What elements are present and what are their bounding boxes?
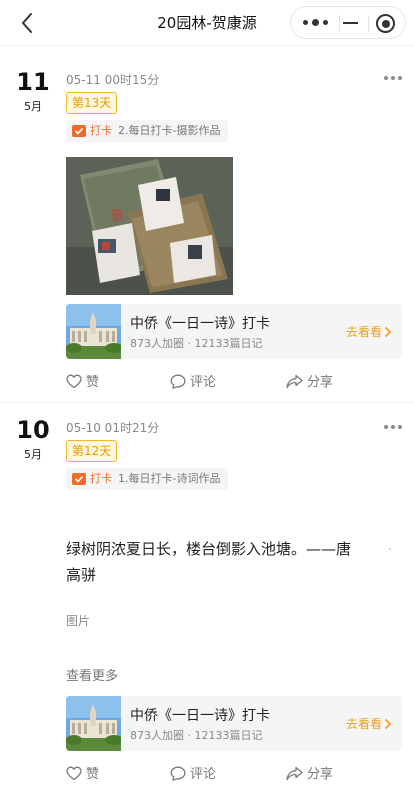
entry-day: 10 — [16, 416, 50, 444]
entry-timestamp: 05-10 01时21分 — [66, 421, 160, 435]
entry-actions: 赞 评论 分享 — [66, 371, 402, 393]
like-label: 赞 — [86, 375, 100, 390]
chevron-right-icon — [384, 326, 392, 337]
entry-month: 5月 — [24, 448, 42, 461]
share-arrow-icon — [286, 766, 303, 781]
calendar-check-icon — [72, 472, 86, 485]
entry-month: 5月 — [24, 100, 42, 113]
go-see-link[interactable]: 去看看 — [346, 323, 392, 340]
circle-card[interactable]: 中侨《一日一诗》打卡 873人加圈 · 12133篇日记 去看看 — [66, 304, 402, 359]
chevron-right-icon — [384, 718, 392, 729]
more-options-icon[interactable] — [303, 17, 329, 29]
circle-title: 中侨《一日一诗》打卡 — [130, 316, 270, 332]
go-see-label: 去看看 — [345, 717, 382, 731]
entry-day: 11 — [16, 68, 50, 96]
minimize-icon[interactable] — [343, 22, 358, 24]
capsule-divider — [339, 15, 340, 32]
circle-meta: 873人加圈 · 12133篇日记 — [130, 337, 263, 350]
entry-more-icon[interactable] — [384, 425, 404, 431]
topic-text: 2.每日打卡-摄影作品 — [118, 124, 221, 137]
heart-icon — [66, 374, 82, 389]
mini-program-capsule — [290, 6, 406, 39]
poem-marker: · — [388, 542, 392, 556]
poem-line: 绿树阴浓夏日长，楼台倒影入池塘。——唐 — [66, 540, 352, 558]
like-button[interactable]: 赞 — [66, 763, 99, 782]
heart-icon — [66, 766, 82, 781]
share-label: 分享 — [307, 375, 334, 390]
comment-button[interactable]: 评论 — [170, 763, 216, 782]
like-button[interactable]: 赞 — [66, 371, 99, 390]
circle-thumbnail — [66, 696, 121, 751]
comment-bubble-icon — [170, 766, 186, 781]
streak-badge: 第13天 — [66, 92, 118, 114]
entry-more-icon[interactable] — [384, 76, 404, 82]
circle-title: 中侨《一日一诗》打卡 — [130, 708, 270, 724]
streak-badge: 第12天 — [66, 440, 118, 462]
entry-divider — [0, 402, 414, 403]
top-navbar: 20园林-贺康源 — [0, 0, 414, 46]
close-target-icon[interactable] — [376, 14, 395, 33]
svg-text:華: 華 — [110, 209, 124, 225]
circle-card[interactable]: 中侨《一日一诗》打卡 873人加圈 · 12133篇日记 去看看 — [66, 696, 402, 751]
comment-label: 评论 — [190, 375, 217, 390]
go-see-label: 去看看 — [345, 325, 382, 339]
comment-bubble-icon — [170, 374, 186, 389]
share-arrow-icon — [286, 374, 303, 389]
circle-thumbnail — [66, 304, 121, 359]
photo-artwork: 華 — [66, 157, 233, 295]
circle-meta: 873人加圈 · 12133篇日记 — [130, 729, 263, 742]
share-button[interactable]: 分享 — [286, 763, 333, 782]
topic-keyword: 打卡 — [90, 472, 112, 485]
image-placeholder[interactable]: 图片 — [66, 612, 90, 629]
topic-chip[interactable]: 打卡 2.每日打卡-摄影作品 — [66, 120, 229, 142]
poem-line: 高骈 — [66, 566, 97, 584]
topic-chip[interactable]: 打卡 1.每日打卡-诗词作品 — [66, 468, 229, 490]
calendar-check-icon — [72, 124, 86, 137]
comment-button[interactable]: 评论 — [170, 371, 216, 390]
entry-timestamp: 05-11 00时15分 — [66, 73, 160, 87]
share-button[interactable]: 分享 — [286, 371, 333, 390]
go-see-link[interactable]: 去看看 — [346, 715, 392, 732]
capsule-divider — [368, 15, 369, 32]
entry-photo[interactable]: 華 — [66, 157, 233, 295]
entry-poem-text: 绿树阴浓夏日长，楼台倒影入池塘。——唐 高骈 — [66, 536, 386, 588]
back-arrow-icon[interactable] — [14, 9, 42, 37]
topic-text: 1.每日打卡-诗词作品 — [118, 472, 221, 485]
page-title: 20园林-贺康源 — [157, 14, 257, 32]
entry-actions: 赞 评论 分享 — [66, 763, 402, 785]
view-more-link[interactable]: 查看更多 — [66, 665, 118, 684]
topic-keyword: 打卡 — [90, 124, 112, 137]
